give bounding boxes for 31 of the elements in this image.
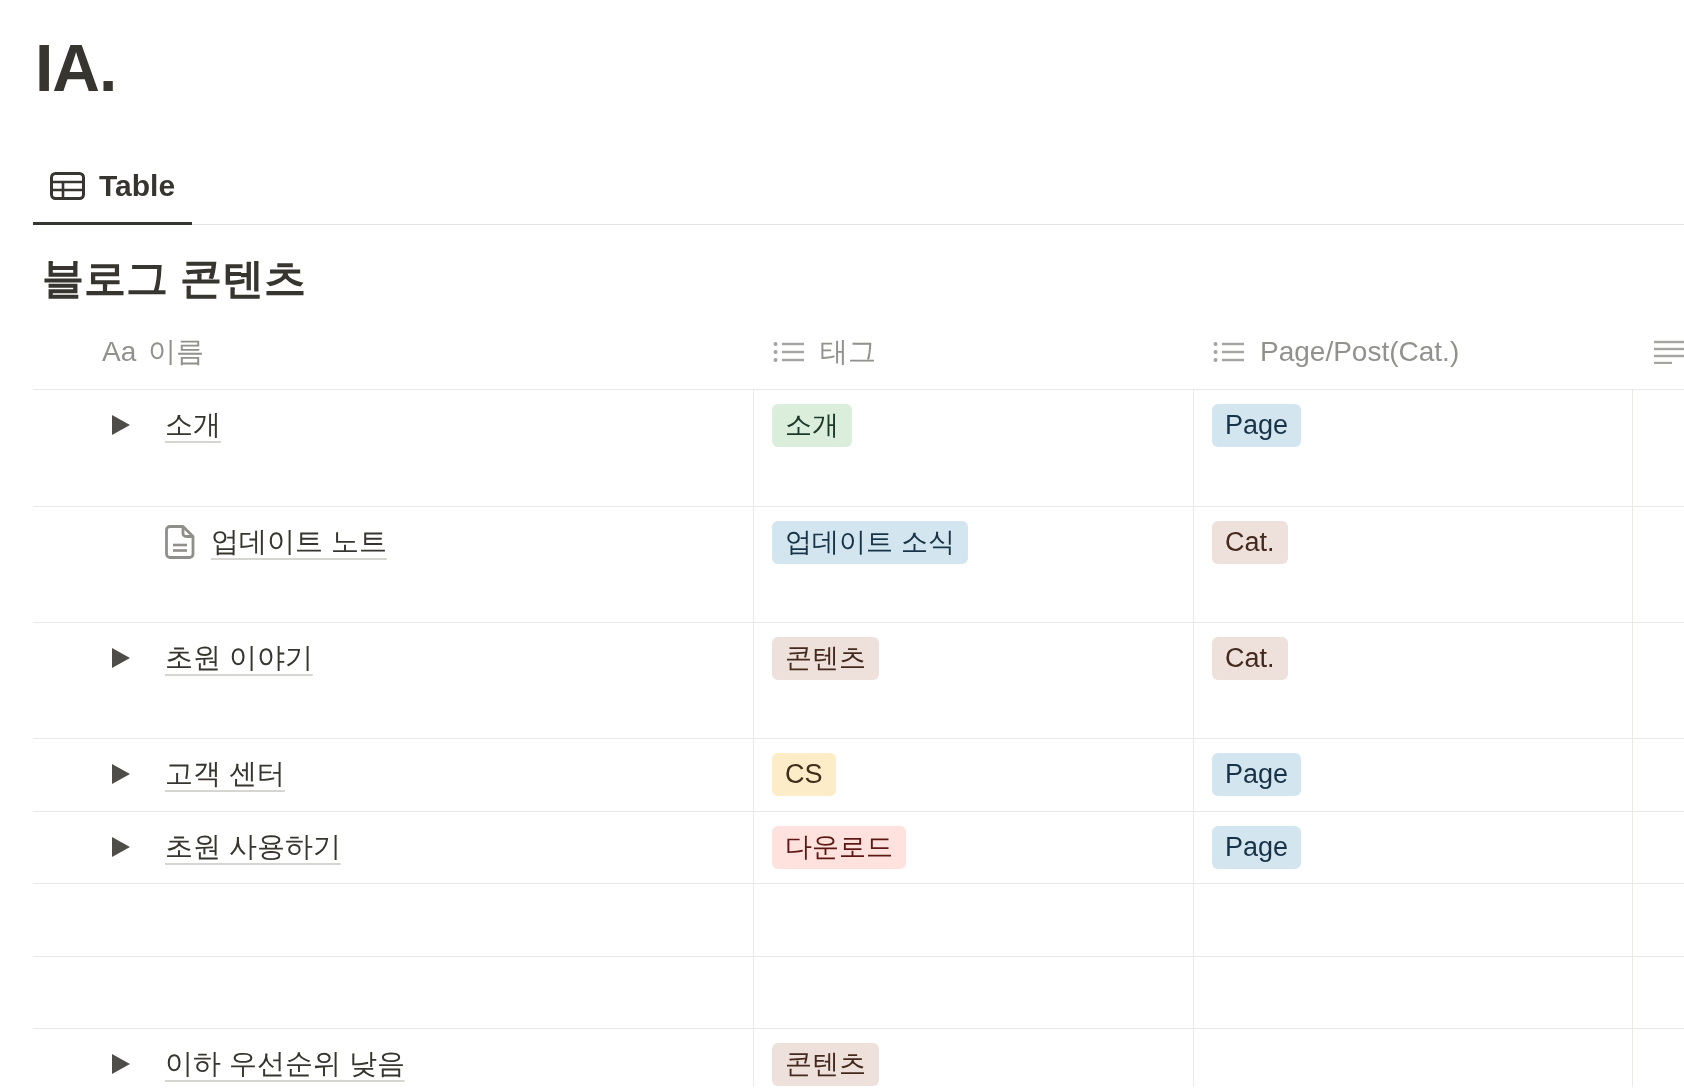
tag-chip: Page xyxy=(1212,826,1302,869)
tag-chip: 콘텐츠 xyxy=(772,637,879,680)
tag-chip: Cat. xyxy=(1212,521,1288,564)
list-icon xyxy=(773,341,805,363)
list-icon xyxy=(1213,341,1245,363)
tag-chip: Page xyxy=(1212,404,1302,447)
tag-chip: Cat. xyxy=(1212,637,1288,680)
page-title-link[interactable]: 초원 사용하기 xyxy=(165,827,341,867)
page-title-link[interactable]: 고객 센터 xyxy=(165,754,285,794)
toggle-right-icon[interactable] xyxy=(112,415,130,435)
tag-chip: 업데이트 소식 xyxy=(772,521,968,564)
table-icon xyxy=(50,171,85,200)
title-type-label: Aa xyxy=(102,335,137,369)
page-title-link[interactable]: 업데이트 노트 xyxy=(211,522,387,562)
toggle-right-icon[interactable] xyxy=(112,837,130,857)
tag-chip: Page xyxy=(1212,753,1302,796)
toggle-right-icon[interactable] xyxy=(112,648,130,668)
tag-chip: 소개 xyxy=(772,404,852,447)
page-title: IA. xyxy=(35,33,117,103)
page-title-link[interactable]: 초원 이야기 xyxy=(165,638,313,678)
page-title-link[interactable]: 이하 우선순위 낮음 xyxy=(165,1044,405,1084)
database-title: 블로그 콘텐츠 xyxy=(42,254,306,304)
text-lines-icon xyxy=(1654,340,1684,364)
document-icon xyxy=(165,525,195,559)
table-view-tab[interactable]: Table xyxy=(33,149,193,225)
tag-chip: CS xyxy=(772,753,836,796)
toggle-right-icon[interactable] xyxy=(112,1054,130,1074)
page-title-link[interactable]: 소개 xyxy=(165,405,221,445)
tag-chip: 다운로드 xyxy=(772,826,906,869)
tag-chip: 콘텐츠 xyxy=(772,1043,879,1086)
toggle-right-icon[interactable] xyxy=(112,764,130,784)
